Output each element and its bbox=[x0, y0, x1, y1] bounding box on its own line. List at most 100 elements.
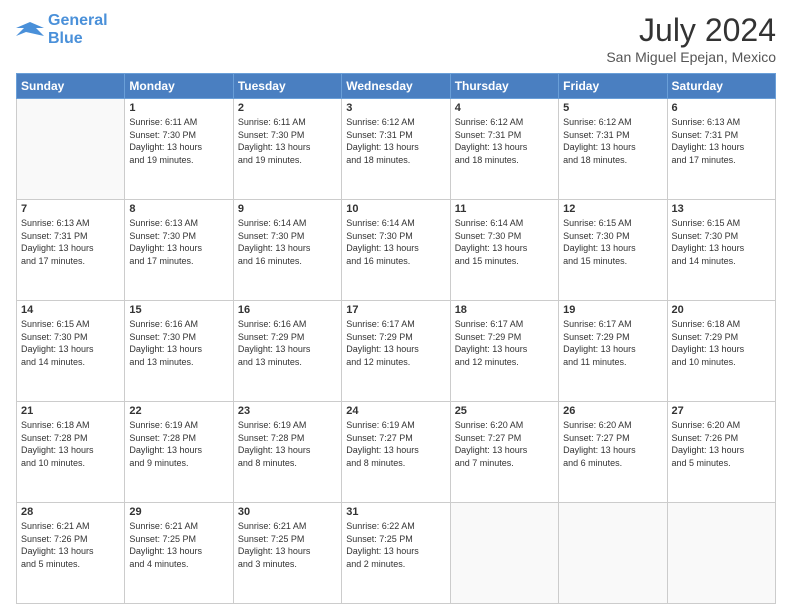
day-info: Sunrise: 6:21 AMSunset: 7:25 PMDaylight:… bbox=[238, 520, 337, 570]
day-number: 7 bbox=[21, 203, 120, 215]
day-number: 9 bbox=[238, 203, 337, 215]
calendar-cell: 12Sunrise: 6:15 AMSunset: 7:30 PMDayligh… bbox=[559, 200, 667, 301]
day-number: 10 bbox=[346, 203, 445, 215]
calendar-cell: 28 Sunrise: 6:21 AMSunset: 7:26 PMDayligh… bbox=[17, 503, 125, 604]
calendar-cell: 4Sunrise: 6:12 AMSunset: 7:31 PMDaylight… bbox=[450, 99, 558, 200]
day-number: 3 bbox=[346, 102, 445, 114]
calendar-cell: 3 Sunrise: 6:12 AMSunset: 7:31 PMDaylight… bbox=[342, 99, 450, 200]
col-thursday: Thursday bbox=[450, 74, 558, 99]
day-info: Sunrise: 6:13 AMSunset: 7:31 PMDaylight:… bbox=[21, 217, 120, 267]
calendar-cell: 20Sunrise: 6:18 AMSunset: 7:29 PMDayligh… bbox=[667, 301, 775, 402]
calendar-week-2: 7 Sunrise: 6:13 AMSunset: 7:31 PMDaylight… bbox=[17, 200, 776, 301]
day-number: 17 bbox=[346, 304, 445, 316]
day-number: 8 bbox=[129, 203, 228, 215]
day-info: Sunrise: 6:14 AMSunset: 7:30 PMDaylight:… bbox=[346, 217, 445, 267]
calendar-week-3: 14 Sunrise: 6:15 AMSunset: 7:30 PMDayligh… bbox=[17, 301, 776, 402]
calendar-cell: 19Sunrise: 6:17 AMSunset: 7:29 PMDayligh… bbox=[559, 301, 667, 402]
calendar-week-1: 1 Sunrise: 6:11 AMSunset: 7:30 PMDaylight… bbox=[17, 99, 776, 200]
calendar-cell: 6Sunrise: 6:13 AMSunset: 7:31 PMDaylight… bbox=[667, 99, 775, 200]
calendar-cell: 5 Sunrise: 6:12 AMSunset: 7:31 PMDaylight… bbox=[559, 99, 667, 200]
calendar-cell: 7 Sunrise: 6:13 AMSunset: 7:31 PMDaylight… bbox=[17, 200, 125, 301]
title-block: July 2024 San Miguel Epejan, Mexico bbox=[606, 12, 776, 65]
day-info: Sunrise: 6:12 AMSunset: 7:31 PMDaylight:… bbox=[346, 116, 445, 166]
calendar-cell bbox=[450, 503, 558, 604]
day-info: Sunrise: 6:11 AMSunset: 7:30 PMDaylight:… bbox=[238, 116, 337, 166]
calendar-cell: 14 Sunrise: 6:15 AMSunset: 7:30 PMDayligh… bbox=[17, 301, 125, 402]
calendar-cell: 23 Sunrise: 6:19 AMSunset: 7:28 PMDayligh… bbox=[233, 402, 341, 503]
calendar-cell: 11 Sunrise: 6:14 AMSunset: 7:30 PMDayligh… bbox=[450, 200, 558, 301]
day-info: Sunrise: 6:11 AMSunset: 7:30 PMDaylight:… bbox=[129, 116, 228, 166]
day-info: Sunrise: 6:16 AMSunset: 7:29 PMDaylight:… bbox=[238, 318, 337, 368]
day-number: 22 bbox=[129, 405, 228, 417]
day-info: Sunrise: 6:20 AMSunset: 7:27 PMDaylight:… bbox=[563, 419, 662, 469]
calendar-cell: 8 Sunrise: 6:13 AMSunset: 7:30 PMDaylight… bbox=[125, 200, 233, 301]
day-number: 20 bbox=[672, 304, 771, 316]
day-info: Sunrise: 6:15 AMSunset: 7:30 PMDaylight:… bbox=[21, 318, 120, 368]
day-info: Sunrise: 6:14 AMSunset: 7:30 PMDaylight:… bbox=[455, 217, 554, 267]
day-number: 16 bbox=[238, 304, 337, 316]
day-number: 30 bbox=[238, 506, 337, 518]
day-info: Sunrise: 6:21 AMSunset: 7:25 PMDaylight:… bbox=[129, 520, 228, 570]
day-number: 5 bbox=[563, 102, 662, 114]
day-number: 21 bbox=[21, 405, 120, 417]
day-number: 13 bbox=[672, 203, 771, 215]
day-info: Sunrise: 6:17 AMSunset: 7:29 PMDaylight:… bbox=[563, 318, 662, 368]
day-number: 4 bbox=[455, 102, 554, 114]
day-number: 31 bbox=[346, 506, 445, 518]
day-number: 2 bbox=[238, 102, 337, 114]
header-row: Sunday Monday Tuesday Wednesday Thursday… bbox=[17, 74, 776, 99]
calendar-cell bbox=[667, 503, 775, 604]
day-info: Sunrise: 6:19 AMSunset: 7:28 PMDaylight:… bbox=[129, 419, 228, 469]
day-info: Sunrise: 6:17 AMSunset: 7:29 PMDaylight:… bbox=[455, 318, 554, 368]
calendar-cell: 30 Sunrise: 6:21 AMSunset: 7:25 PMDayligh… bbox=[233, 503, 341, 604]
day-info: Sunrise: 6:18 AMSunset: 7:28 PMDaylight:… bbox=[21, 419, 120, 469]
logo-line1: General bbox=[48, 12, 108, 29]
calendar-cell bbox=[559, 503, 667, 604]
calendar-cell bbox=[17, 99, 125, 200]
col-monday: Monday bbox=[125, 74, 233, 99]
day-number: 25 bbox=[455, 405, 554, 417]
calendar-cell: 13 Sunrise: 6:15 AMSunset: 7:30 PMDayligh… bbox=[667, 200, 775, 301]
day-info: Sunrise: 6:16 AMSunset: 7:30 PMDaylight:… bbox=[129, 318, 228, 368]
day-info: Sunrise: 6:19 AMSunset: 7:27 PMDaylight:… bbox=[346, 419, 445, 469]
day-info: Sunrise: 6:17 AMSunset: 7:29 PMDaylight:… bbox=[346, 318, 445, 368]
day-info: Sunrise: 6:22 AMSunset: 7:25 PMDaylight:… bbox=[346, 520, 445, 570]
col-wednesday: Wednesday bbox=[342, 74, 450, 99]
calendar-cell: 24 Sunrise: 6:19 AMSunset: 7:27 PMDayligh… bbox=[342, 402, 450, 503]
day-number: 23 bbox=[238, 405, 337, 417]
location-subtitle: San Miguel Epejan, Mexico bbox=[606, 49, 776, 65]
calendar-cell: 17 Sunrise: 6:17 AMSunset: 7:29 PMDayligh… bbox=[342, 301, 450, 402]
day-number: 26 bbox=[563, 405, 662, 417]
day-info: Sunrise: 6:15 AMSunset: 7:30 PMDaylight:… bbox=[563, 217, 662, 267]
calendar-cell: 25Sunrise: 6:20 AMSunset: 7:27 PMDayligh… bbox=[450, 402, 558, 503]
calendar-cell: 21 Sunrise: 6:18 AMSunset: 7:28 PMDayligh… bbox=[17, 402, 125, 503]
day-number: 11 bbox=[455, 203, 554, 215]
day-info: Sunrise: 6:19 AMSunset: 7:28 PMDaylight:… bbox=[238, 419, 337, 469]
day-number: 14 bbox=[21, 304, 120, 316]
calendar-cell: 29Sunrise: 6:21 AMSunset: 7:25 PMDayligh… bbox=[125, 503, 233, 604]
logo-text: General Blue bbox=[48, 12, 108, 47]
calendar-table: Sunday Monday Tuesday Wednesday Thursday… bbox=[16, 73, 776, 604]
day-info: Sunrise: 6:20 AMSunset: 7:26 PMDaylight:… bbox=[672, 419, 771, 469]
day-number: 6 bbox=[672, 102, 771, 114]
calendar-cell: 15Sunrise: 6:16 AMSunset: 7:30 PMDayligh… bbox=[125, 301, 233, 402]
day-info: Sunrise: 6:21 AMSunset: 7:26 PMDaylight:… bbox=[21, 520, 120, 570]
month-title: July 2024 bbox=[606, 12, 776, 49]
calendar-cell: 22 Sunrise: 6:19 AMSunset: 7:28 PMDayligh… bbox=[125, 402, 233, 503]
day-number: 28 bbox=[21, 506, 120, 518]
day-info: Sunrise: 6:14 AMSunset: 7:30 PMDaylight:… bbox=[238, 217, 337, 267]
calendar-week-4: 21 Sunrise: 6:18 AMSunset: 7:28 PMDayligh… bbox=[17, 402, 776, 503]
calendar-cell: 18Sunrise: 6:17 AMSunset: 7:29 PMDayligh… bbox=[450, 301, 558, 402]
logo: General Blue bbox=[16, 12, 108, 47]
calendar-cell: 16 Sunrise: 6:16 AMSunset: 7:29 PMDayligh… bbox=[233, 301, 341, 402]
logo-bird-icon bbox=[16, 18, 44, 42]
calendar-cell: 10 Sunrise: 6:14 AMSunset: 7:30 PMDayligh… bbox=[342, 200, 450, 301]
day-info: Sunrise: 6:15 AMSunset: 7:30 PMDaylight:… bbox=[672, 217, 771, 267]
day-info: Sunrise: 6:13 AMSunset: 7:30 PMDaylight:… bbox=[129, 217, 228, 267]
calendar-cell: 31 Sunrise: 6:22 AMSunset: 7:25 PMDayligh… bbox=[342, 503, 450, 604]
calendar-cell: 26 Sunrise: 6:20 AMSunset: 7:27 PMDayligh… bbox=[559, 402, 667, 503]
day-number: 1 bbox=[129, 102, 228, 114]
day-number: 24 bbox=[346, 405, 445, 417]
calendar-cell: 1 Sunrise: 6:11 AMSunset: 7:30 PMDaylight… bbox=[125, 99, 233, 200]
day-info: Sunrise: 6:12 AMSunset: 7:31 PMDaylight:… bbox=[563, 116, 662, 166]
